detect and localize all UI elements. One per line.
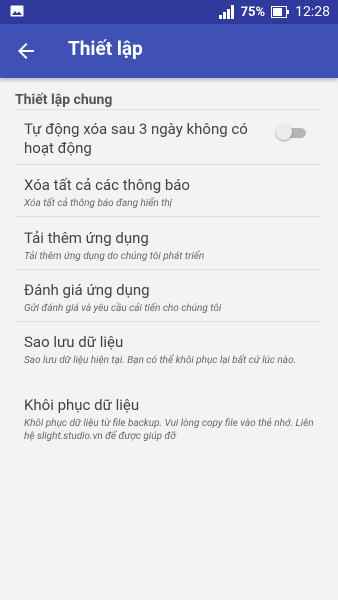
pref-more-apps[interactable]: Tải thêm ứng dụng Tải thêm ứng dụng do c… (0, 218, 338, 270)
pref-clear-notifications-summary: Xóa tất cả thông báo đang hiển thị (24, 198, 173, 209)
pref-clear-notifications-title: Xóa tất cả các thông báo (24, 176, 190, 194)
signal-icon (218, 5, 234, 19)
battery-icon (271, 6, 290, 18)
battery-percentage: 75% (240, 4, 266, 20)
back-arrow-icon[interactable] (14, 39, 38, 63)
pref-backup[interactable]: Sao lưu dữ liệu Sao lưu dữ liệu hiện tại… (0, 322, 338, 388)
pref-backup-title: Sao lưu dữ liệu (24, 333, 124, 351)
pref-more-apps-title: Tải thêm ứng dụng (24, 229, 149, 247)
status-bar: 75% 12:28 (0, 0, 338, 24)
pref-more-apps-summary: Tải thêm ứng dụng do chúng tôi phát triể… (24, 251, 205, 262)
pref-rate-app-summary: Gửi đánh giá và yêu cầu cải tiến cho chú… (24, 303, 222, 314)
image-notification-icon (10, 5, 24, 17)
pref-rate-app-title: Đánh giá ứng dụng (24, 281, 150, 299)
auto-delete-switch[interactable] (276, 124, 306, 140)
app-bar: Thiết lập (0, 24, 338, 78)
pref-backup-summary: Sao lưu dữ liệu hiện tại. Bạn có thể khô… (24, 355, 297, 366)
divider (15, 216, 320, 217)
switch-thumb (276, 124, 292, 140)
pref-auto-delete[interactable]: Tự động xóa sau 3 ngày không có hoạt độn… (0, 110, 338, 166)
page-title: Thiết lập (68, 37, 143, 60)
pref-restore-summary: Khôi phục dữ liệu từ file backup. Vui lò… (24, 418, 314, 442)
clock: 12:28 (295, 4, 330, 20)
pref-rate-app[interactable]: Đánh giá ứng dụng Gửi đánh giá và yêu cầ… (0, 270, 338, 322)
pref-clear-notifications[interactable]: Xóa tất cả các thông báo Xóa tất cả thôn… (0, 166, 338, 218)
divider (15, 164, 320, 165)
section-header: Thiết lập chung (15, 92, 113, 108)
pref-restore[interactable]: Khôi phục dữ liệu Khôi phục dữ liệu từ f… (0, 388, 338, 458)
pref-restore-title: Khôi phục dữ liệu (24, 396, 140, 414)
pref-auto-delete-title: Tự động xóa sau 3 ngày không có hoạt độn… (24, 120, 248, 157)
